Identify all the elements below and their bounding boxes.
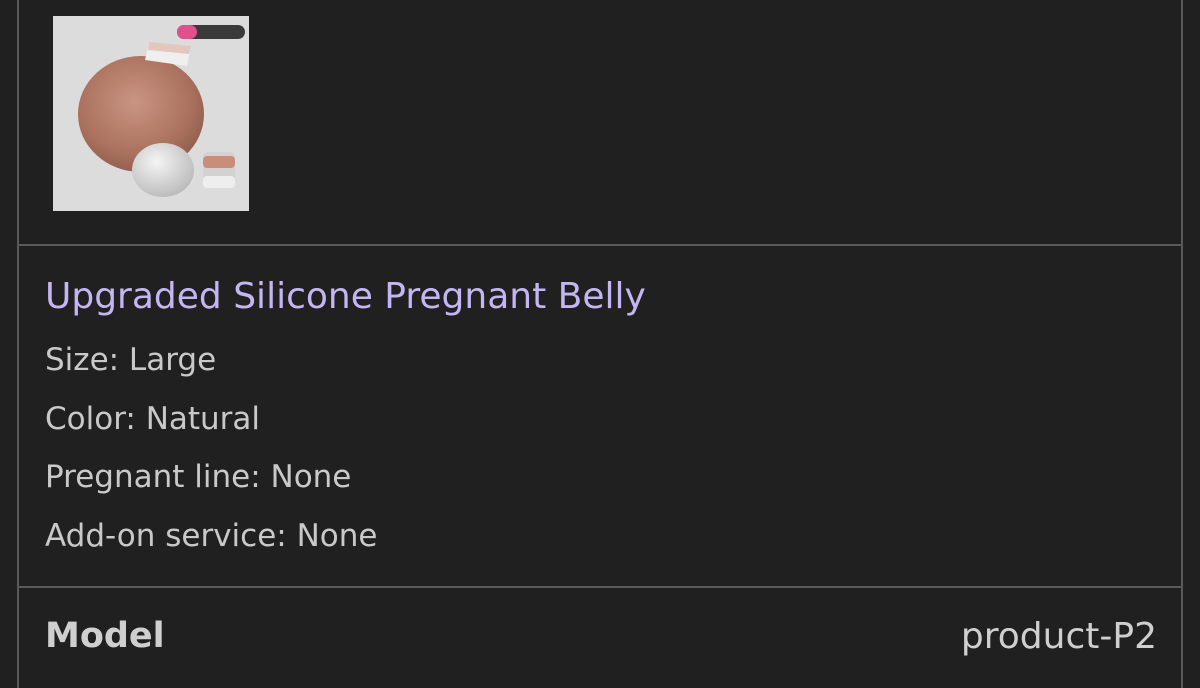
option-add-on-service: Add-on service: None bbox=[45, 518, 378, 554]
option-pregnant-line: Pregnant line: None bbox=[45, 459, 352, 495]
order-item-panel: Upgraded Silicone Pregnant Belly Size: L… bbox=[0, 0, 1200, 688]
model-label: Model bbox=[45, 616, 165, 656]
option-color: Color: Natural bbox=[45, 401, 261, 437]
model-value: product-P2 bbox=[960, 616, 1157, 657]
product-title-link[interactable]: Upgraded Silicone Pregnant Belly bbox=[45, 276, 646, 317]
option-size: Size: Large bbox=[45, 342, 217, 378]
pregnant-belly-image bbox=[53, 16, 249, 211]
product-image-cell bbox=[19, 0, 1181, 246]
product-thumbnail[interactable] bbox=[53, 16, 249, 211]
product-info-cell: Upgraded Silicone Pregnant Belly Size: L… bbox=[19, 246, 1181, 588]
product-table: Upgraded Silicone Pregnant Belly Size: L… bbox=[17, 0, 1183, 688]
model-row: Model product-P2 bbox=[19, 588, 1181, 688]
